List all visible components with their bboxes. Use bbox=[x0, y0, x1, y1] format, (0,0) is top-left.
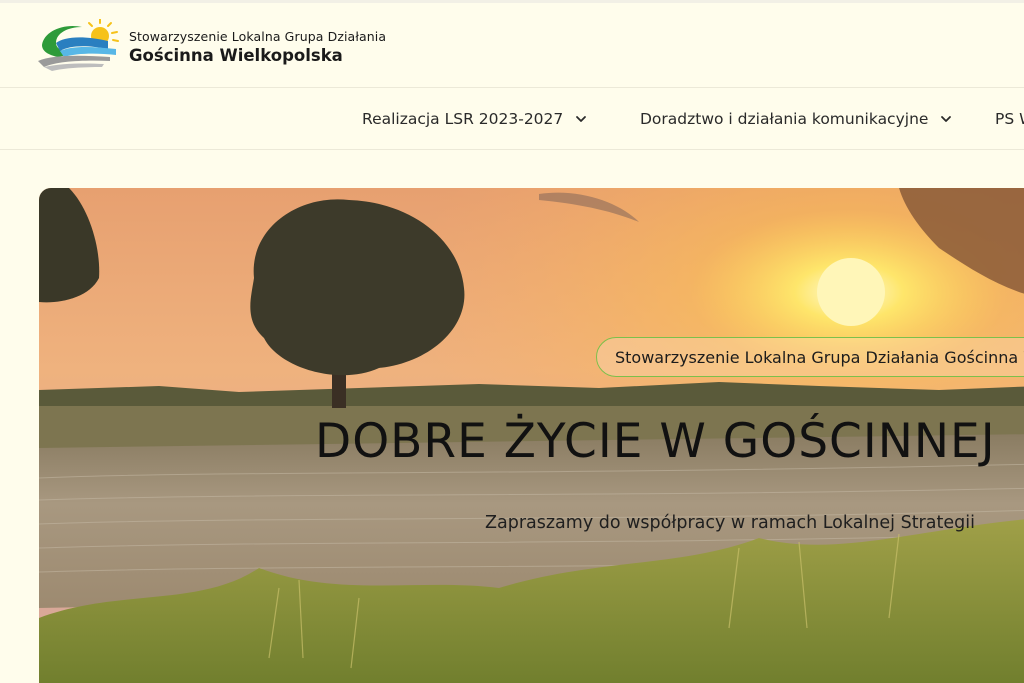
nav-item-ps[interactable]: PS W bbox=[995, 109, 1024, 129]
chevron-down-icon bbox=[941, 116, 952, 122]
nav-item-label: PS W bbox=[995, 110, 1024, 128]
nav-item-realizacja-lsr[interactable]: Realizacja LSR 2023-2027 bbox=[362, 109, 589, 129]
hero-badge: Stowarzyszenie Lokalna Grupa Działania G… bbox=[596, 337, 1024, 377]
hero-banner: Stowarzyszenie Lokalna Grupa Działania G… bbox=[39, 188, 1024, 683]
nav-item-label: Doradztwo i działania komunikacyjne bbox=[640, 110, 929, 128]
org-name: Gościnna Wielkopolska bbox=[129, 46, 343, 65]
main-navigation: Realizacja LSR 2023-2027 Doradztwo i dzi… bbox=[0, 88, 1024, 150]
hero-title: DOBRE ŻYCIE W GOŚCINNEJ bbox=[315, 414, 996, 469]
hero-description: Zapraszamy do współpracy w ramach Lokaln… bbox=[485, 513, 975, 533]
site-header: Stowarzyszenie Lokalna Grupa Działania G… bbox=[0, 3, 1024, 88]
nav-item-doradztwo[interactable]: Doradztwo i działania komunikacyjne bbox=[640, 109, 954, 129]
nav-item-label: Realizacja LSR 2023-2027 bbox=[362, 110, 564, 128]
chevron-down-icon bbox=[576, 116, 587, 122]
logo-link[interactable] bbox=[38, 18, 122, 71]
sun-wave-logo-icon bbox=[38, 18, 119, 71]
page: Stowarzyszenie Lokalna Grupa Działania G… bbox=[0, 0, 1024, 683]
org-subtitle: Stowarzyszenie Lokalna Grupa Działania bbox=[129, 29, 387, 44]
